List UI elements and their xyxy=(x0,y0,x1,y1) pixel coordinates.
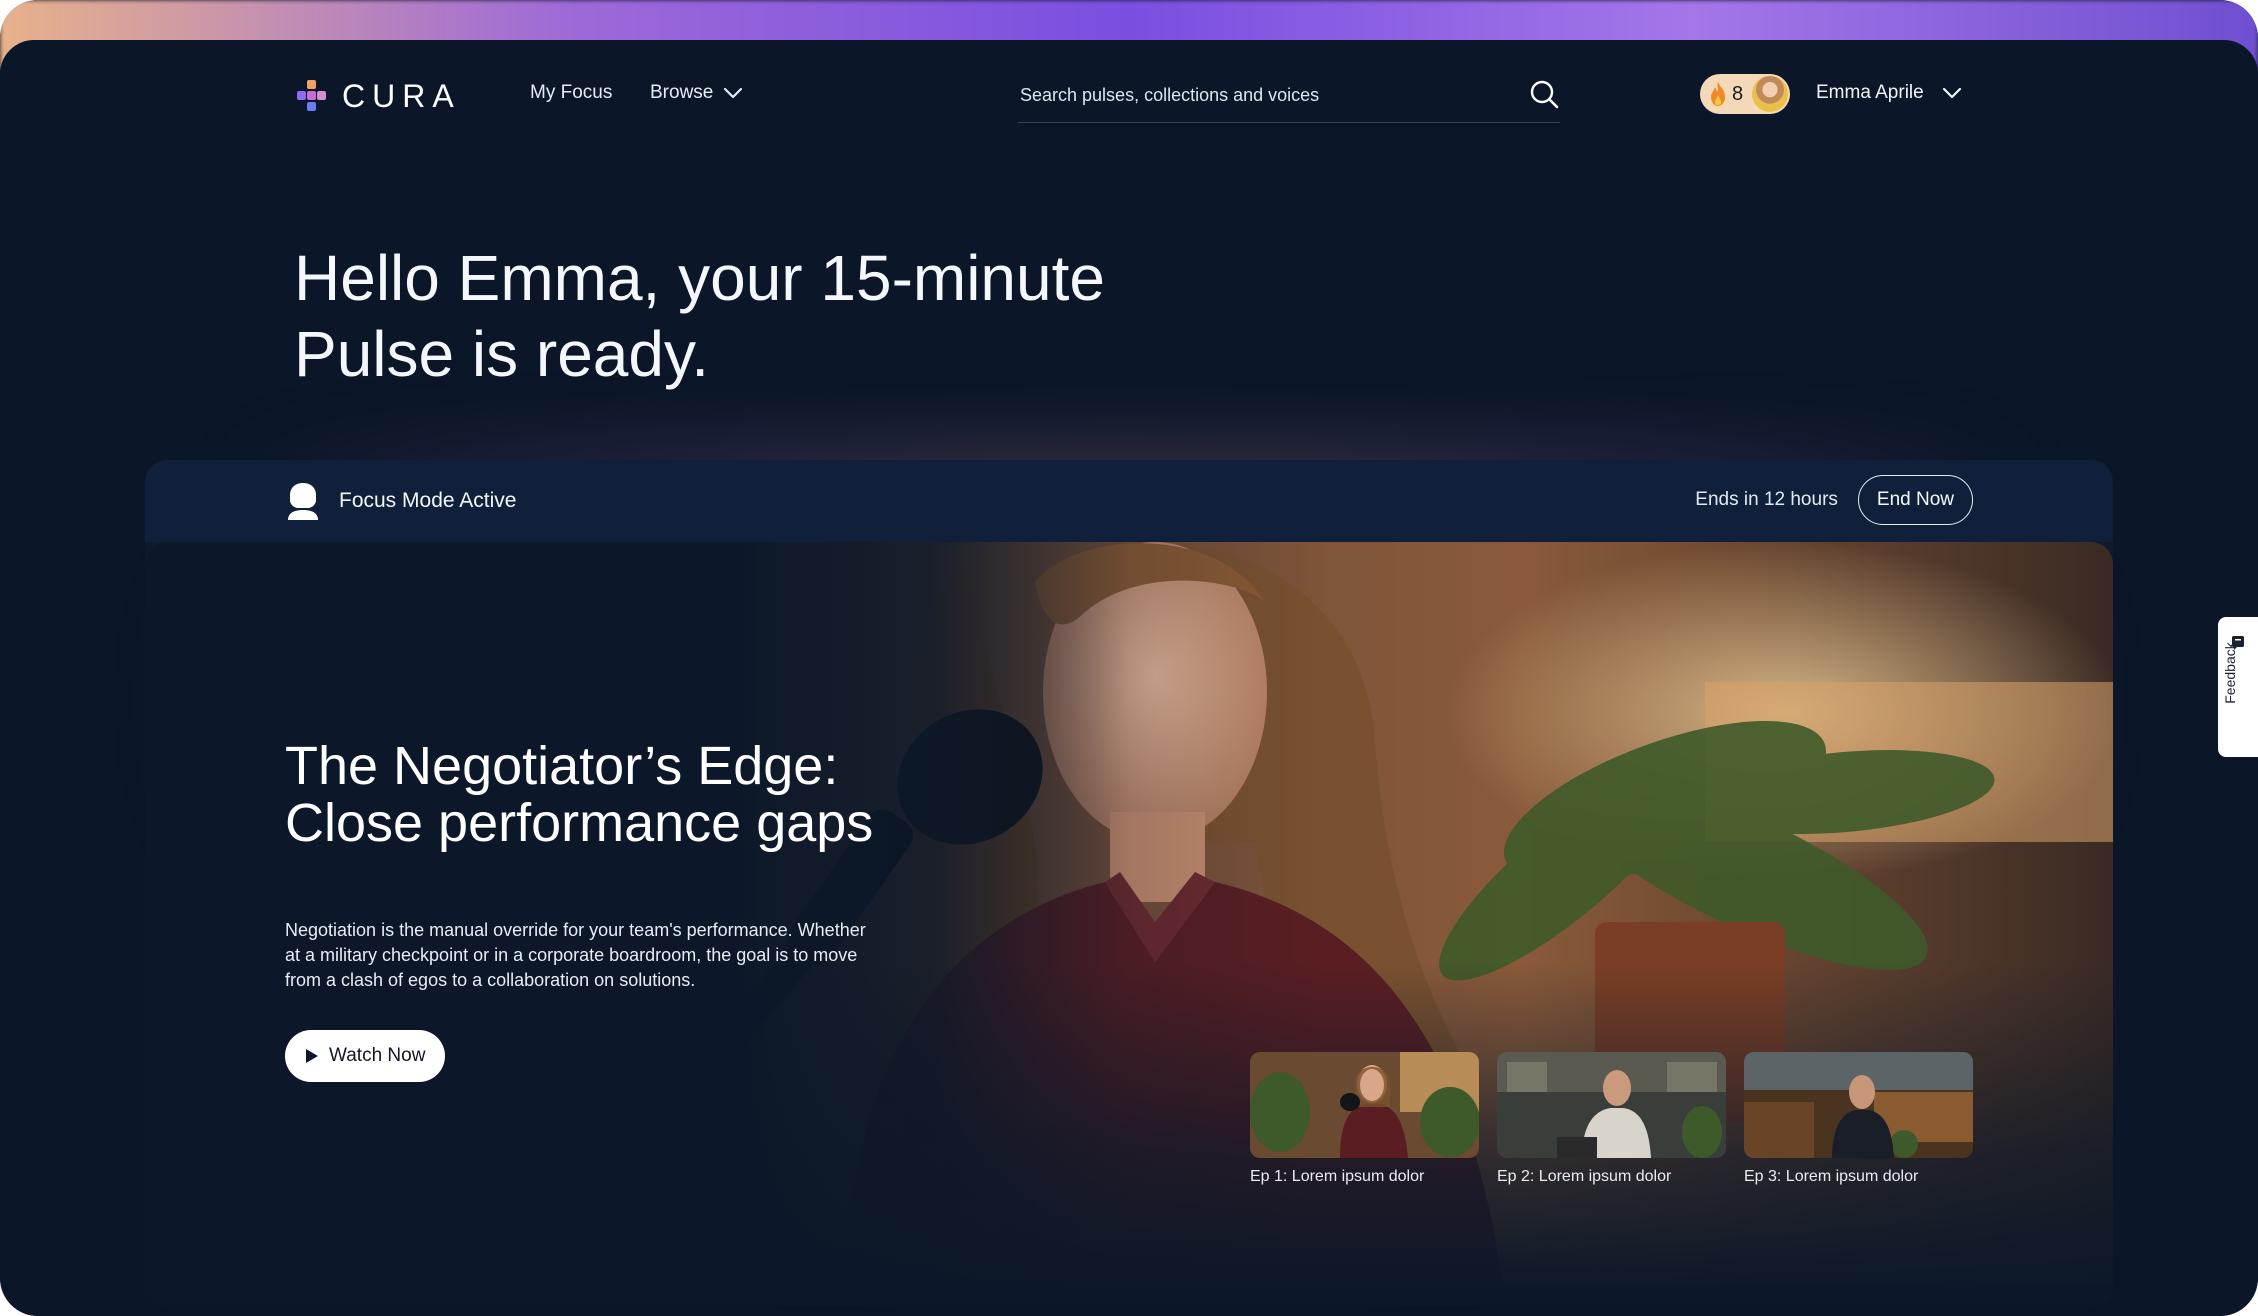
episode-thumbnail[interactable] xyxy=(1250,1052,1479,1158)
episode-2-image xyxy=(1497,1052,1726,1158)
page-greeting: Hello Emma, your 15-minute Pulse is read… xyxy=(294,242,1105,390)
nav-my-focus[interactable]: My Focus xyxy=(530,82,612,104)
search-icon[interactable] xyxy=(1528,78,1560,110)
logo[interactable]: CURA xyxy=(292,76,461,116)
end-now-button[interactable]: End Now xyxy=(1857,475,1973,525)
focus-controls: Ends in 12 hours End Now xyxy=(1695,475,1973,525)
feedback-label: Feedback xyxy=(2222,642,2238,704)
chevron-down-icon xyxy=(724,87,743,99)
flame-icon xyxy=(1711,82,1725,106)
episode-title: Ep 2: Lorem ipsum dolor xyxy=(1497,1168,1672,1185)
focus-ends-text: Ends in 12 hours xyxy=(1695,489,1838,510)
brand-name: CURA xyxy=(342,77,461,114)
nav-browse[interactable]: Browse xyxy=(650,82,743,104)
episode-card[interactable]: Ep 1: Lorem ipsum dolor xyxy=(1250,1052,1479,1186)
episode-thumbnail[interactable] xyxy=(1497,1052,1726,1158)
focus-status: Focus Mode Active xyxy=(285,480,516,522)
episode-title: Ep 3: Lorem ipsum dolor xyxy=(1744,1168,1919,1185)
feedback-tab[interactable]: Feedback xyxy=(2218,617,2258,757)
episode-title: Ep 1: Lorem ipsum dolor xyxy=(1250,1168,1425,1185)
episode-card[interactable]: Ep 3: Lorem ipsum dolor xyxy=(1744,1052,1973,1186)
avatar[interactable] xyxy=(1752,76,1788,112)
focus-card: Focus Mode Active Ends in 12 hours End N… xyxy=(145,460,2113,1306)
search-input[interactable] xyxy=(1018,78,1502,112)
search-bar xyxy=(1018,66,1560,123)
episode-1-image xyxy=(1250,1052,1479,1158)
nav-browse-label: Browse xyxy=(650,82,714,103)
user-name: Emma Aprile xyxy=(1816,82,1924,103)
focus-mode-bar: Focus Mode Active Ends in 12 hours End N… xyxy=(145,460,2113,542)
focus-person-icon xyxy=(288,483,318,520)
app-window: CURA My Focus Browse 8 xyxy=(0,0,2258,1316)
episode-list: Ep 1: Lorem ipsum dolor Ep 2: Lorem ipsu… xyxy=(1250,1052,1973,1186)
episode-thumbnail[interactable] xyxy=(1744,1052,1973,1158)
hero-banner: The Negotiator’s Edge: Close performance… xyxy=(145,542,2113,1306)
user-menu[interactable]: Emma Aprile xyxy=(1816,82,1962,104)
streak-badge[interactable]: 8 xyxy=(1700,74,1790,114)
watch-now-label: Watch Now xyxy=(329,1045,426,1066)
cura-logo-icon xyxy=(297,80,326,111)
play-icon xyxy=(306,1049,318,1063)
top-navigation: CURA My Focus Browse 8 xyxy=(0,56,2258,132)
nav-my-focus-label: My Focus xyxy=(530,82,613,103)
watch-now-button[interactable]: Watch Now xyxy=(285,1030,446,1082)
episode-3-image xyxy=(1744,1052,1973,1158)
episode-card[interactable]: Ep 2: Lorem ipsum dolor xyxy=(1497,1052,1726,1186)
focus-status-label: Focus Mode Active xyxy=(339,489,517,512)
chevron-down-icon xyxy=(1942,87,1961,99)
hero-description: Negotiation is the manual override for y… xyxy=(285,920,866,990)
streak-count: 8 xyxy=(1732,82,1744,105)
hero-title: The Negotiator’s Edge: Close performance… xyxy=(285,736,874,853)
